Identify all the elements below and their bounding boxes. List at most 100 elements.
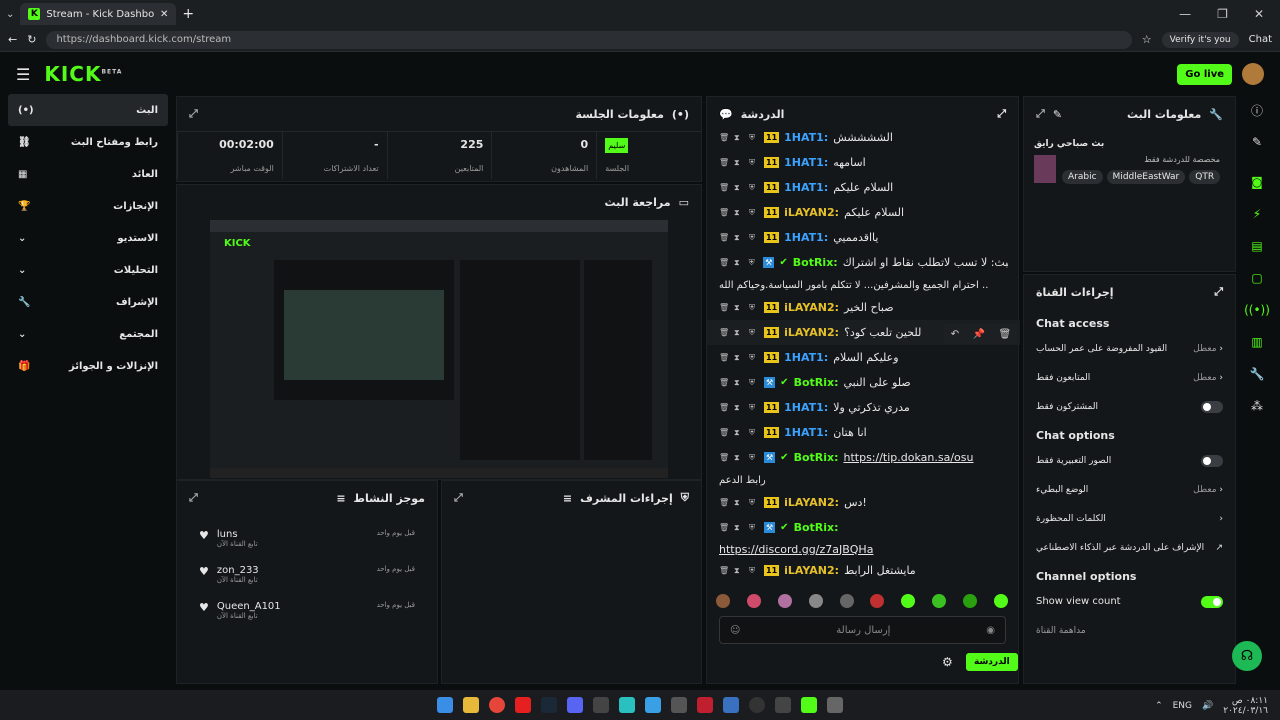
emotes-only-toggle[interactable] <box>1201 454 1223 467</box>
document-icon[interactable]: ▤ <box>1240 230 1274 262</box>
windows-start-icon[interactable] <box>437 697 453 713</box>
emote[interactable] <box>777 594 792 608</box>
edit-icon[interactable]: ✎ <box>1240 126 1274 158</box>
edge-icon[interactable] <box>619 697 635 713</box>
setting-row[interactable]: الوضع البطيء معطل › <box>1024 475 1235 504</box>
support-chat-button[interactable]: ☊ <box>1232 641 1262 671</box>
tag[interactable]: QTR <box>1189 170 1221 184</box>
reply-icon[interactable]: ↶ <box>951 329 959 340</box>
emote[interactable] <box>808 594 823 608</box>
setting-row[interactable]: الإشراف على الدردشة عبر الذكاء الاصطناعي… <box>1024 533 1235 562</box>
sidebar-item-studio[interactable]: ⌄ الاستديو <box>8 222 168 254</box>
app-icon[interactable] <box>697 697 713 713</box>
broadcast-icon[interactable]: ((•)) <box>1240 294 1274 326</box>
emote[interactable] <box>901 594 916 608</box>
filter-icon[interactable]: ≡ <box>336 492 345 505</box>
sidebar-item-stream-key[interactable]: ⛓ رابط ومفتاح البث <box>8 126 168 158</box>
close-window-icon[interactable]: ✕ <box>1254 7 1264 21</box>
app-icon[interactable] <box>671 697 687 713</box>
delete-icon[interactable]: 🗑 <box>999 329 1012 340</box>
emote[interactable] <box>716 594 730 608</box>
browser-tab[interactable]: K Stream - Kick Dashboard ✕ <box>20 3 177 25</box>
chat-link[interactable]: https://tip.dokan.sa/osu <box>844 451 974 464</box>
new-tab-icon[interactable]: + <box>182 6 194 22</box>
camera-icon[interactable]: ◙ <box>1240 166 1274 198</box>
tag[interactable]: Arabic <box>1062 170 1103 184</box>
emote[interactable] <box>963 594 977 608</box>
send-chat-button[interactable]: الدردشة <box>966 653 1018 671</box>
sidebar-item-stream[interactable]: (•) البث <box>8 94 168 126</box>
browser-chat-button[interactable]: Chat <box>1249 34 1272 45</box>
subscribers-only-toggle[interactable] <box>1201 400 1223 413</box>
avatar[interactable] <box>1242 63 1264 85</box>
bolt-icon[interactable]: ⚡ <box>1240 198 1274 230</box>
edit-icon[interactable]: ✎ <box>1053 108 1062 121</box>
kick-app-icon[interactable] <box>801 697 817 713</box>
app-icon[interactable] <box>775 697 791 713</box>
stream-preview-video[interactable]: KICK <box>210 220 668 478</box>
minimize-icon[interactable]: — <box>1179 7 1191 21</box>
layout-icon[interactable]: ▥ <box>1240 326 1274 358</box>
record-icon[interactable]: ◉ <box>986 625 995 636</box>
sidebar-item-achievements[interactable]: 🏆 الإنجازات <box>8 190 168 222</box>
volume-icon[interactable]: 🔊 <box>1202 701 1213 711</box>
chevron-up-icon[interactable]: ⌃ <box>1155 701 1163 711</box>
kick-logo[interactable]: KICKBETA <box>44 62 122 86</box>
shield-icon[interactable] <box>723 697 739 713</box>
clock[interactable]: ٠٨:١١ ص ٢٠٢٤/٠٣/١٦ <box>1223 696 1268 716</box>
sidebar-item-community[interactable]: ⌄ المجتمع <box>8 318 168 350</box>
verify-button[interactable]: Verify it's you <box>1161 31 1239 48</box>
sidebar-item-drops[interactable]: 🎁 الإنزالات و الجوائز <box>8 350 168 382</box>
info-icon[interactable]: ⓘ <box>1240 94 1274 126</box>
setting-row[interactable]: المتابعون فقط معطل › <box>1024 363 1235 392</box>
tag[interactable]: MiddleEastWar <box>1106 170 1186 184</box>
go-live-button[interactable]: Go live <box>1177 63 1232 85</box>
emoji-icon[interactable]: ☺ <box>730 625 740 636</box>
mod-header: ⤢ ≡ إجراءات المشرف ⛨ <box>442 481 701 515</box>
popout-icon[interactable]: ⤢ <box>1036 107 1045 121</box>
filter-icon[interactable]: ≡ <box>563 492 572 505</box>
steam-icon[interactable] <box>541 697 557 713</box>
setting-row[interactable]: القيود المفروضة على عمر الحساب معطل › <box>1024 334 1235 363</box>
maximize-icon[interactable]: ❐ <box>1217 7 1228 21</box>
obs-icon[interactable] <box>749 697 765 713</box>
reload-icon[interactable]: ↻ <box>27 33 36 46</box>
sidebar-item-moderation[interactable]: 🔧 الإشراف <box>8 286 168 318</box>
url-field[interactable]: https://dashboard.kick.com/stream <box>46 30 1132 49</box>
popout-icon[interactable]: ⤢ <box>454 491 463 505</box>
setting-row[interactable]: الكلمات المحظورة › <box>1024 504 1235 533</box>
show-view-count-toggle[interactable] <box>1201 595 1223 608</box>
discord-icon[interactable] <box>567 697 583 713</box>
emote[interactable] <box>746 594 761 608</box>
close-tab-icon[interactable]: ✕ <box>160 9 168 20</box>
emote[interactable] <box>993 594 1008 608</box>
popout-icon[interactable]: ⤢ <box>1214 285 1223 299</box>
chrome-icon[interactable] <box>489 697 505 713</box>
sidebar-item-revenue[interactable]: ▦ العائد <box>8 158 168 190</box>
popout-icon[interactable]: ⤢ <box>189 491 198 505</box>
settings-icon[interactable]: ⚙ <box>942 655 953 669</box>
youtube-icon[interactable] <box>515 697 531 713</box>
menu-icon[interactable]: ☰ <box>16 65 30 84</box>
wrench-icon[interactable]: 🔧 <box>1240 358 1274 390</box>
emote[interactable] <box>870 594 885 608</box>
chat-link[interactable]: https://discord.gg/z7aJBQHa <box>719 543 873 556</box>
star-icon[interactable]: ☆ <box>1142 33 1152 46</box>
sidebar-item-analytics[interactable]: ⌄ التحليلات <box>8 254 168 286</box>
app-icon[interactable] <box>645 697 661 713</box>
setting-row[interactable]: مداهمة القناة <box>1024 616 1235 645</box>
chat-input[interactable]: ☺ إرسال رسالة ◉ <box>719 616 1006 644</box>
pin-icon[interactable]: 📌 <box>973 329 985 340</box>
lang-indicator[interactable]: ENG <box>1173 701 1192 711</box>
chat-bubble-icon[interactable]: ▢ <box>1240 262 1274 294</box>
tab-list-icon[interactable]: ⌄ <box>6 9 14 20</box>
emote[interactable] <box>839 594 854 608</box>
back-icon[interactable]: ← <box>8 33 17 46</box>
popout-icon[interactable]: ⤢ <box>189 107 198 121</box>
game-icon[interactable] <box>593 697 609 713</box>
emote[interactable] <box>932 594 947 608</box>
apps-icon[interactable]: ⁂ <box>1240 390 1274 422</box>
app-icon[interactable] <box>827 697 843 713</box>
popout-icon[interactable]: ⤢ <box>997 107 1006 121</box>
file-explorer-icon[interactable] <box>463 697 479 713</box>
